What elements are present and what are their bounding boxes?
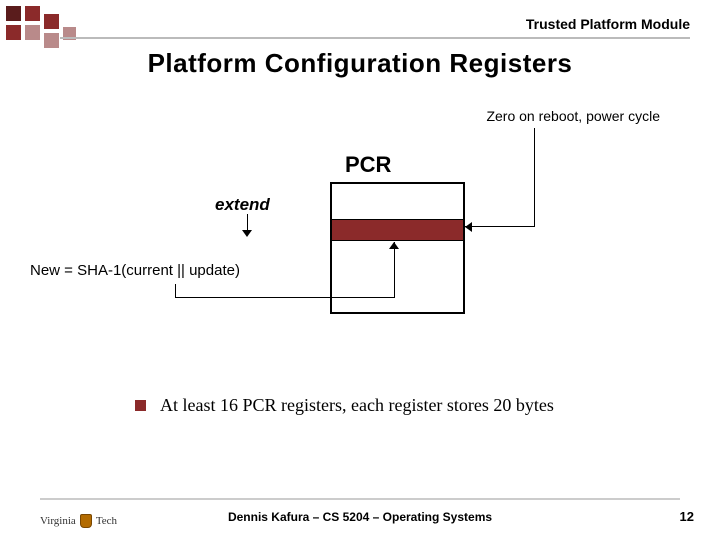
arrow-icon [465, 222, 472, 232]
connector-line [175, 297, 395, 298]
deco-square [25, 6, 40, 21]
page-title: Platform Configuration Registers [0, 48, 720, 79]
bullet-text: At least 16 PCR registers, each register… [160, 395, 554, 416]
pcr-highlight-border [330, 219, 465, 241]
annotation-extend: extend [215, 195, 270, 215]
footer-divider [40, 498, 680, 500]
footer-text: Dennis Kafura – CS 5204 – Operating Syst… [0, 510, 720, 524]
connector-line [465, 226, 535, 227]
connector-line [394, 242, 395, 298]
deco-square [6, 25, 21, 40]
deco-square [44, 14, 59, 29]
arrow-icon [242, 230, 252, 237]
deco-square [44, 33, 59, 48]
deco-square [6, 6, 21, 21]
header-divider [60, 37, 690, 39]
connector-line [175, 284, 176, 298]
annotation-formula: New = SHA-1(current || update) [30, 262, 240, 279]
connector-line [534, 128, 535, 226]
header-context: Trusted Platform Module [526, 16, 690, 32]
arrow-icon [389, 242, 399, 249]
deco-square [25, 25, 40, 40]
page-number: 12 [680, 509, 694, 524]
bullet-icon [135, 400, 146, 411]
slide: Trusted Platform Module Platform Configu… [0, 0, 720, 540]
annotation-zero: Zero on reboot, power cycle [486, 108, 660, 124]
pcr-label: PCR [345, 152, 391, 178]
bullet-item: At least 16 PCR registers, each register… [135, 395, 554, 416]
